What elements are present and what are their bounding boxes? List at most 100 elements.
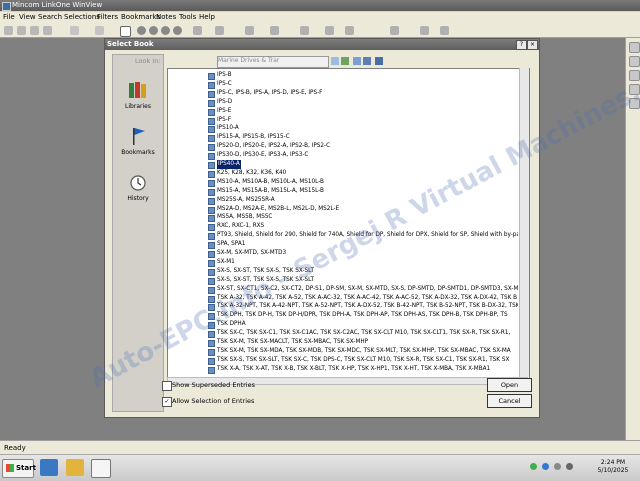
settings-icon[interactable] — [420, 26, 429, 35]
explorer-folder-icon[interactable] — [66, 459, 84, 476]
filter-icon[interactable] — [325, 26, 334, 35]
book-list-item[interactable]: PT93, Shield, Shield for 290, Shield for… — [168, 231, 518, 241]
selection-list-icon[interactable] — [300, 26, 309, 35]
save-icon[interactable] — [43, 26, 52, 35]
book-list[interactable]: IPS-B IPS-C IPS-C, IPS-B, IPS-A, IPS-D, IP… — [167, 68, 530, 379]
book-list-item[interactable]: IPS30-D, IPS30-E, IPS3-A, IPS3-C — [168, 151, 518, 161]
book-list-item[interactable]: IPS-D — [168, 98, 518, 107]
book-list-item-label: MS15-A, MS15A-B, MS15L-A, MS15L-B — [217, 187, 324, 194]
show-superseded-checkbox[interactable] — [162, 381, 172, 391]
help-title-icon[interactable]: ? — [516, 40, 527, 50]
book-list-item[interactable]: TSK SX-M, TSK SX-MDA, TSK SX-MDB, TSK SX… — [168, 347, 518, 356]
book-list-item[interactable]: TSK DPH, TSK DP-H, TSK DP-H/DPR, TSK DPH… — [168, 311, 518, 321]
book-list-item[interactable]: TSK A-32-NPT, TSK A-42-NPT, TSK A-52-NPT… — [168, 302, 518, 312]
book-list-item-label: RXC, RXC-1, RXS — [217, 223, 265, 230]
note-icon[interactable] — [270, 26, 279, 35]
pan-icon[interactable] — [629, 84, 640, 95]
book-list-item[interactable]: SX-M1 — [168, 258, 518, 267]
book-list-item[interactable]: MS25S-A, MS25SR-A — [168, 196, 518, 205]
library-folder-icon[interactable] — [341, 57, 349, 65]
menu-notes[interactable]: Notes — [156, 13, 176, 21]
nav-last-icon[interactable] — [173, 26, 182, 35]
menu-filters[interactable]: Filters — [97, 13, 118, 21]
book-list-item[interactable]: IPS10-A — [168, 124, 518, 134]
back-icon[interactable] — [70, 26, 79, 35]
book-list-item[interactable]: IPS-C — [168, 80, 518, 89]
print-icon[interactable] — [17, 26, 26, 35]
book-list-item[interactable]: TSK SX-M, TSK SX-MACLT, TSK SX-MBAC, TSK… — [168, 338, 518, 347]
book-list-item[interactable]: MS15-A, MS15A-B, MS15L-A, MS15L-B — [168, 187, 518, 196]
fit-page-icon[interactable] — [629, 70, 640, 81]
new-folder-icon[interactable] — [353, 57, 361, 65]
tray-update-icon[interactable] — [542, 463, 549, 470]
history-icon[interactable] — [345, 26, 354, 35]
zoom-in-icon[interactable] — [629, 42, 640, 53]
ie-icon[interactable] — [40, 459, 58, 476]
menu-tools[interactable]: Tools — [179, 13, 196, 21]
nav-first-icon[interactable] — [137, 26, 146, 35]
open-button[interactable]: Open — [487, 378, 532, 392]
book-list-item[interactable]: SX-S, SX-ST, TSK SX-S, TSK SX-SLT — [168, 267, 518, 276]
forward-icon[interactable] — [95, 26, 104, 35]
book-list-item[interactable]: SX-M, SX-MTD, SX-MTD3 — [168, 249, 518, 258]
allow-selection-checkbox[interactable]: ✓ — [162, 397, 172, 407]
book-list-item[interactable]: TSK DPHA — [168, 320, 518, 330]
find-icon[interactable] — [215, 26, 224, 35]
menu-view[interactable]: View — [19, 13, 36, 21]
nav-next-icon[interactable] — [161, 26, 170, 35]
book-list-item[interactable]: MS10-A, MS10A-B, MS10L-A, MS10L-B — [168, 178, 518, 187]
look-in-combo[interactable]: Marine Drives & Trar — [217, 56, 329, 68]
close-icon[interactable]: × — [527, 40, 538, 50]
book-list-item[interactable]: TSK SX-S, TSK SX-SLT, TSK SX-C, TSK DPS-… — [168, 356, 518, 365]
help-icon[interactable] — [440, 26, 449, 35]
list-view-icon[interactable] — [363, 57, 371, 65]
book-list-item[interactable]: TSK X-A, TSK X-AT, TSK X-B, TSK X-BLT, T… — [168, 365, 518, 374]
system-clock[interactable]: 2:24 PM 5/10/2025 — [588, 459, 638, 475]
book-list-item[interactable]: IPS-B — [168, 71, 518, 80]
book-list-item[interactable]: SX-S, SX-ST, TSK SX-S, TSK SX-SLT — [168, 276, 518, 285]
book-list-item[interactable]: IPS-E — [168, 107, 518, 116]
tray-volume-icon[interactable] — [566, 463, 573, 470]
up-folder-icon[interactable] — [331, 57, 339, 65]
book-list-item[interactable]: RXC, RXC-1, RXS — [168, 222, 518, 232]
pointer-icon[interactable] — [120, 26, 131, 37]
taskbar: Start 2:24 PM 5/10/2025 — [0, 454, 640, 481]
book-list-item[interactable]: IPS-C, IPS-B, IPS-A, IPS-D, IPS-E, IPS-F — [168, 89, 518, 98]
book-list-item[interactable]: IPS40-A — [168, 160, 518, 169]
menu-help[interactable]: Help — [199, 13, 215, 21]
cancel-button[interactable]: Cancel — [487, 394, 532, 408]
menu-selections[interactable]: Selections — [64, 13, 100, 21]
copy-icon[interactable] — [30, 26, 39, 35]
place-libraries[interactable]: Libraries — [113, 79, 163, 110]
book-list-item[interactable]: TSK A-32, TSK A-42, TSK A-52, TSK A-AC-3… — [168, 294, 518, 303]
open-book-icon[interactable] — [4, 26, 13, 35]
start-button[interactable]: Start — [2, 459, 36, 478]
book-list-item[interactable]: SX-ST, SX-CT1, SX-C2, SX-CT2, DP-S1, DP-… — [168, 285, 518, 294]
zoom-out-icon[interactable] — [629, 56, 640, 67]
nav-prev-icon[interactable] — [149, 26, 158, 35]
book-list-item-label: TSK SX-M, TSK SX-MACLT, TSK SX-MBAC, TSK… — [217, 339, 369, 345]
menu-file[interactable]: File — [3, 13, 15, 21]
rotate-icon[interactable] — [629, 98, 640, 109]
place-history[interactable]: History — [113, 171, 163, 202]
book-list-item[interactable]: MS5A, MS5B, MS5C — [168, 213, 518, 223]
details-view-icon[interactable] — [375, 57, 383, 65]
book-list-item[interactable]: TSK SX-C, TSK SX-C1, TSK SX-C1AC, TSK SX… — [168, 329, 518, 339]
menu-bookmarks[interactable]: Bookmarks — [121, 13, 160, 21]
book-list-item[interactable]: K25, K28, K32, K36, K40 — [168, 169, 518, 178]
bookmark-add-icon[interactable] — [245, 26, 254, 35]
book-list-item[interactable]: IPS20-D, IPS20-E, IPS2-A, IPS2-B, IPS2-C — [168, 142, 518, 152]
tray-display-icon[interactable] — [554, 463, 561, 470]
menu-search[interactable]: Search — [38, 13, 62, 21]
tray-network-icon[interactable] — [530, 463, 537, 470]
vertical-scrollbar[interactable] — [519, 68, 529, 377]
tools-icon[interactable] — [390, 26, 399, 35]
zoom-icon[interactable] — [193, 26, 202, 35]
place-bookmarks[interactable]: Bookmarks — [113, 125, 163, 156]
book-list-item[interactable]: SPA, SPA1 — [168, 240, 518, 250]
book-list-item-label: TSK X-A, TSK X-AT, TSK X-B, TSK X-BLT, T… — [217, 365, 491, 372]
book-list-item[interactable]: IPS15-A, IPS15-B, IPS15-C — [168, 133, 518, 143]
linkone-app-icon[interactable] — [91, 459, 111, 478]
book-list-item[interactable]: IPS-F — [168, 116, 518, 125]
book-list-item[interactable]: MS2A-D, MS2A-E, MS2B-L, MS2L-D, MS2L-E — [168, 205, 518, 214]
